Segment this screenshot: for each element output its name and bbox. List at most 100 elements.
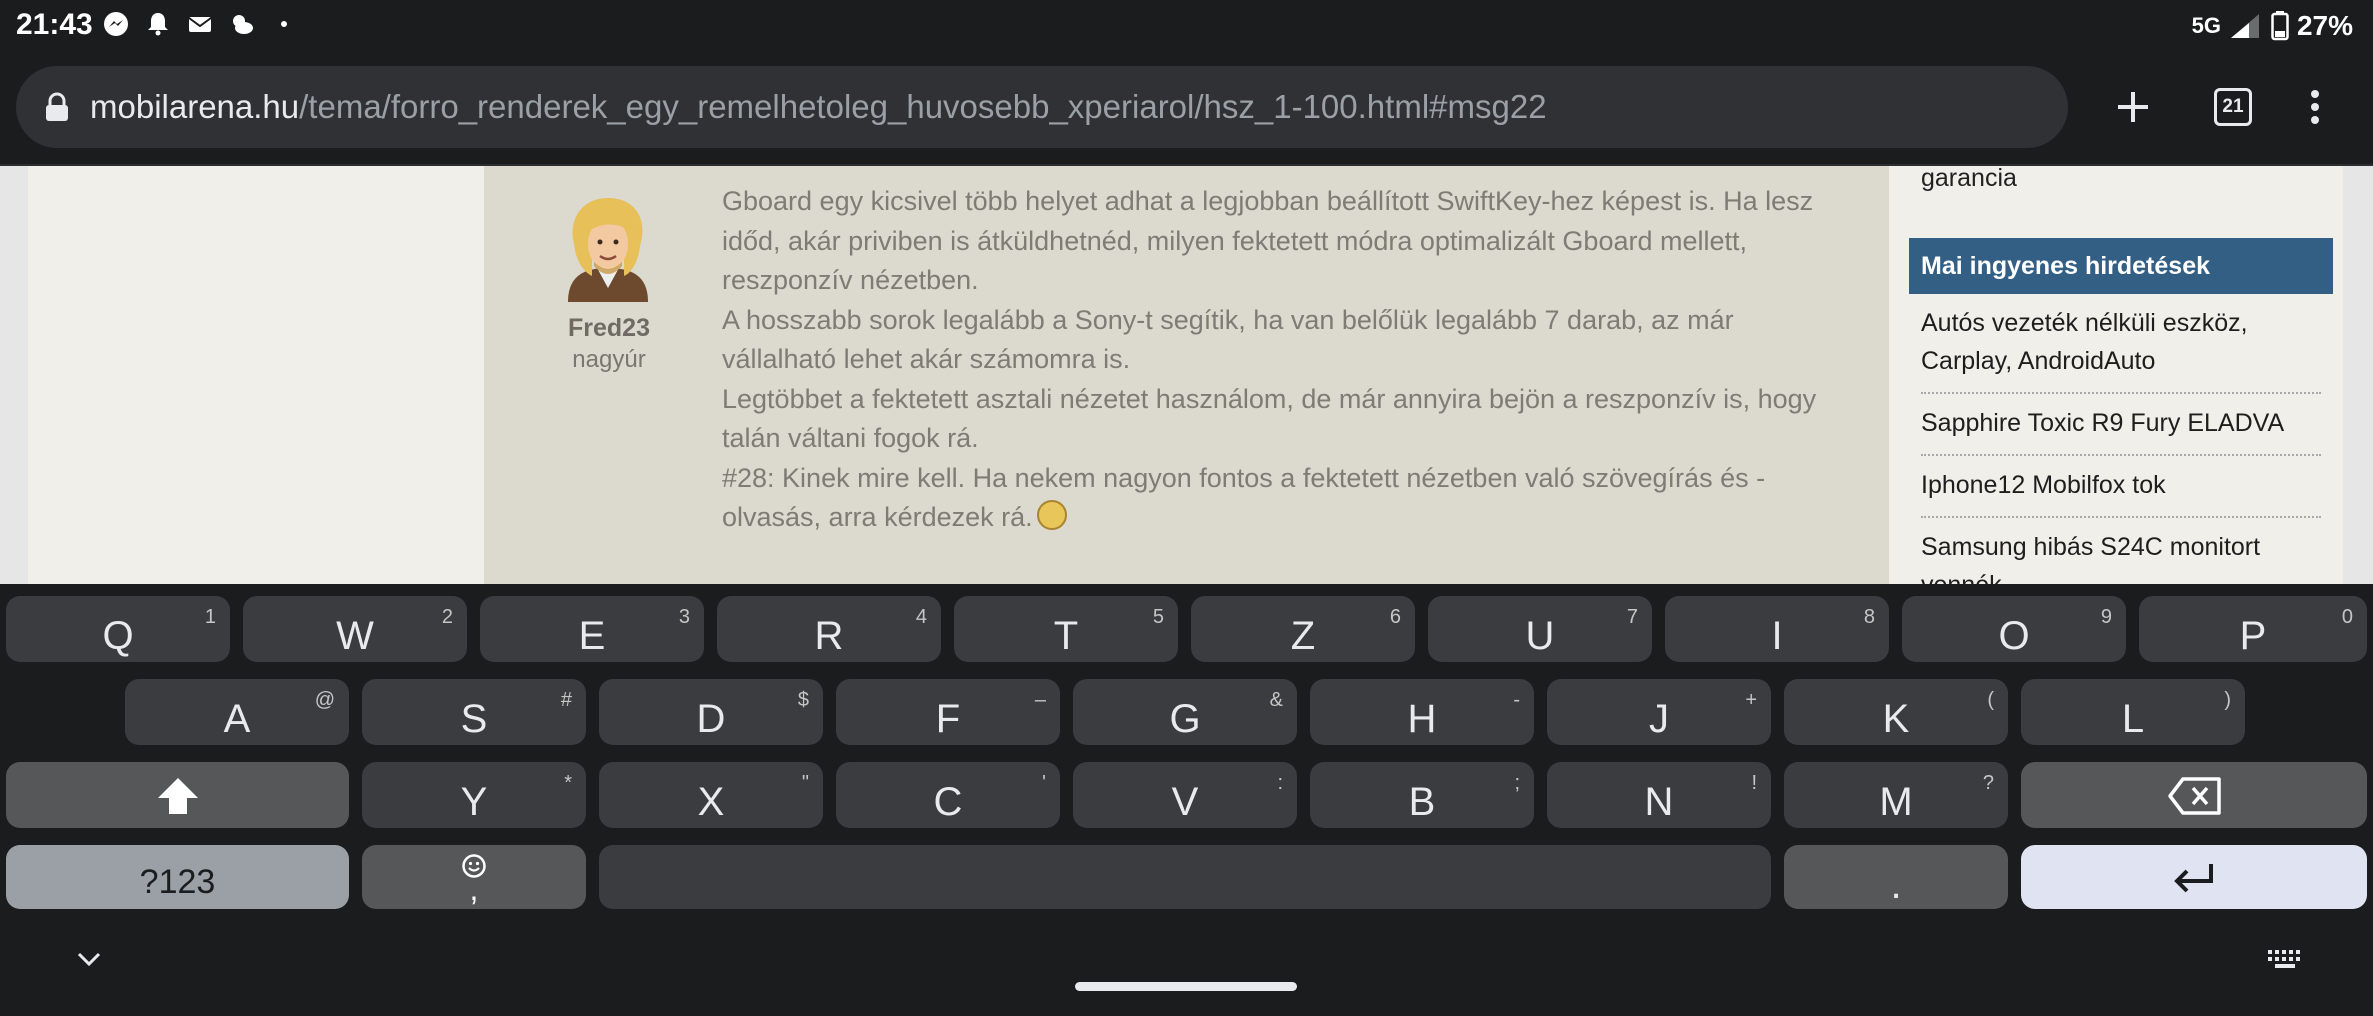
key-f[interactable]: F – [836, 679, 1060, 745]
left-column [28, 166, 484, 584]
key-z[interactable]: Z6 [1191, 596, 1415, 662]
tabs-icon: 21 [2214, 88, 2252, 126]
key-l[interactable]: L) [2021, 679, 2245, 745]
menu-button[interactable] [2282, 74, 2348, 140]
shift-key[interactable] [6, 762, 349, 828]
key-x[interactable]: X " [599, 762, 823, 828]
key-b[interactable]: B; [1310, 762, 1534, 828]
signal-icon [2230, 14, 2259, 38]
key-label: C [933, 780, 963, 824]
key-hint: 7 [1626, 606, 1638, 628]
key-hint: & [1269, 689, 1283, 711]
sidebar-ad-list: Autós vezeték nélküli eszköz, Carplay, A… [1921, 302, 2321, 584]
mail-icon [188, 17, 212, 32]
post-paragraph-text: #28: Kinek mire kell. Ha nekem nagyon fo… [722, 462, 1766, 533]
key-n[interactable]: N! [1547, 762, 1771, 828]
weather-icon [233, 15, 253, 34]
sidebar-ad-link[interactable]: Sapphire Toxic R9 Fury ELADVA [1921, 402, 2321, 456]
backspace-key[interactable] [2021, 762, 2367, 828]
tab-switcher-button[interactable]: 21 [2200, 74, 2266, 140]
network-type: 5G [2191, 13, 2221, 38]
key-o[interactable]: O9 [1902, 596, 2126, 662]
backspace-icon [2168, 777, 2221, 815]
battery-level: 27% [2296, 10, 2353, 41]
space-key[interactable] [599, 845, 1771, 909]
home-gesture-bar[interactable] [1075, 982, 1297, 991]
key-label: J [1649, 697, 1669, 741]
key-h[interactable]: H- [1310, 679, 1534, 745]
post-paragraph: Gboard egy kicsivel több helyet adhat a … [722, 186, 1814, 295]
key-t[interactable]: T5 [954, 596, 1178, 662]
keyboard-switch-icon[interactable] [2266, 948, 2304, 970]
key-hint: 2 [441, 606, 453, 628]
enter-icon [2174, 864, 2213, 893]
key-label: R [814, 614, 844, 658]
key-s[interactable]: S # [362, 679, 586, 745]
key-hint: 1 [204, 606, 216, 628]
post-paragraph: A hosszabb sorok legalább a Sony-t segít… [722, 304, 1734, 375]
key-hint: 9 [2100, 606, 2112, 628]
key-label: T [1053, 614, 1079, 658]
web-content: Fred23 nagyúr Gboard egy kicsivel több h… [0, 166, 2373, 584]
key-label: S [460, 697, 488, 741]
key-m[interactable]: M? [1784, 762, 2008, 828]
post-paragraph: #28: Kinek mire kell. Ha nekem nagyon fo… [722, 459, 1842, 538]
key-hint: : [1277, 772, 1283, 794]
comma-emoji-key[interactable]: , [362, 845, 586, 909]
key-c[interactable]: C ' [836, 762, 1060, 828]
url-path: /tema/forro_renderek_egy_remelhetoleg_hu… [299, 88, 1547, 125]
key-a[interactable]: A @ [125, 679, 349, 745]
enter-key[interactable] [2021, 845, 2367, 909]
sidebar-ad-link[interactable]: Samsung hibás S24C monitort vennék [1921, 526, 2321, 584]
key-hint: 5 [1152, 606, 1164, 628]
key-label: U [1525, 614, 1555, 658]
key-hint: # [560, 689, 572, 711]
hide-keyboard-icon[interactable] [76, 950, 102, 968]
status-right: 5G 27% [2192, 10, 2353, 42]
key-label: X [697, 780, 725, 824]
more-icon [2311, 90, 2319, 124]
sidebar-heading: Mai ingyenes hirdetések [1909, 238, 2333, 294]
key-hint: " [801, 772, 809, 794]
keyboard-bottom-bar [0, 940, 2373, 1016]
smiley-icon [1036, 500, 1067, 530]
bell-icon [148, 13, 168, 36]
sidebar-top-link[interactable]: garancia [1921, 166, 2017, 193]
battery-icon [2271, 11, 2289, 41]
key-u[interactable]: U7 [1428, 596, 1652, 662]
post-username[interactable]: Fred23 [524, 314, 694, 343]
new-tab-button[interactable] [2100, 74, 2166, 140]
sidebar-ad-link[interactable]: Iphone12 Mobilfox tok [1921, 464, 2321, 518]
post-body: Gboard egy kicsivel több helyet adhat a … [722, 182, 1842, 538]
key-label: Z [1290, 614, 1316, 658]
key-d[interactable]: D $ [599, 679, 823, 745]
status-bar: 21:43 5G 27% [0, 0, 2373, 52]
key-r[interactable]: R4 [717, 596, 941, 662]
key-j[interactable]: J + [1547, 679, 1771, 745]
key-p[interactable]: P0 [2139, 596, 2367, 662]
user-avatar[interactable] [554, 192, 662, 302]
key-y[interactable]: Y * [362, 762, 586, 828]
url-text[interactable]: mobilarena.hu/tema/forro_renderek_egy_re… [90, 88, 1547, 126]
post-user-rank: nagyúr [572, 346, 646, 373]
key-label: G [1169, 697, 1201, 741]
key-g[interactable]: G & [1073, 679, 1297, 745]
shift-icon [158, 778, 198, 814]
key-e[interactable]: E3 [480, 596, 704, 662]
symbols-key[interactable]: ?123 [6, 845, 349, 909]
key-k[interactable]: K( [1784, 679, 2008, 745]
messenger-icon [104, 12, 128, 36]
url-bar[interactable]: mobilarena.hu/tema/forro_renderek_egy_re… [16, 66, 2068, 148]
key-v[interactable]: V: [1073, 762, 1297, 828]
lock-icon[interactable] [44, 92, 70, 122]
dot-icon [281, 21, 287, 27]
key-i[interactable]: I8 [1665, 596, 1889, 662]
key-hint: @ [314, 689, 335, 711]
key-label: F [935, 697, 961, 741]
period-key[interactable]: . [1784, 845, 2008, 909]
sidebar-ad-link[interactable]: Autós vezeték nélküli eszköz, Carplay, A… [1921, 302, 2321, 394]
key-label: N [1644, 780, 1674, 824]
key-w[interactable]: W2 [243, 596, 467, 662]
key-label: Y [460, 780, 488, 824]
key-q[interactable]: Q1 [6, 596, 230, 662]
